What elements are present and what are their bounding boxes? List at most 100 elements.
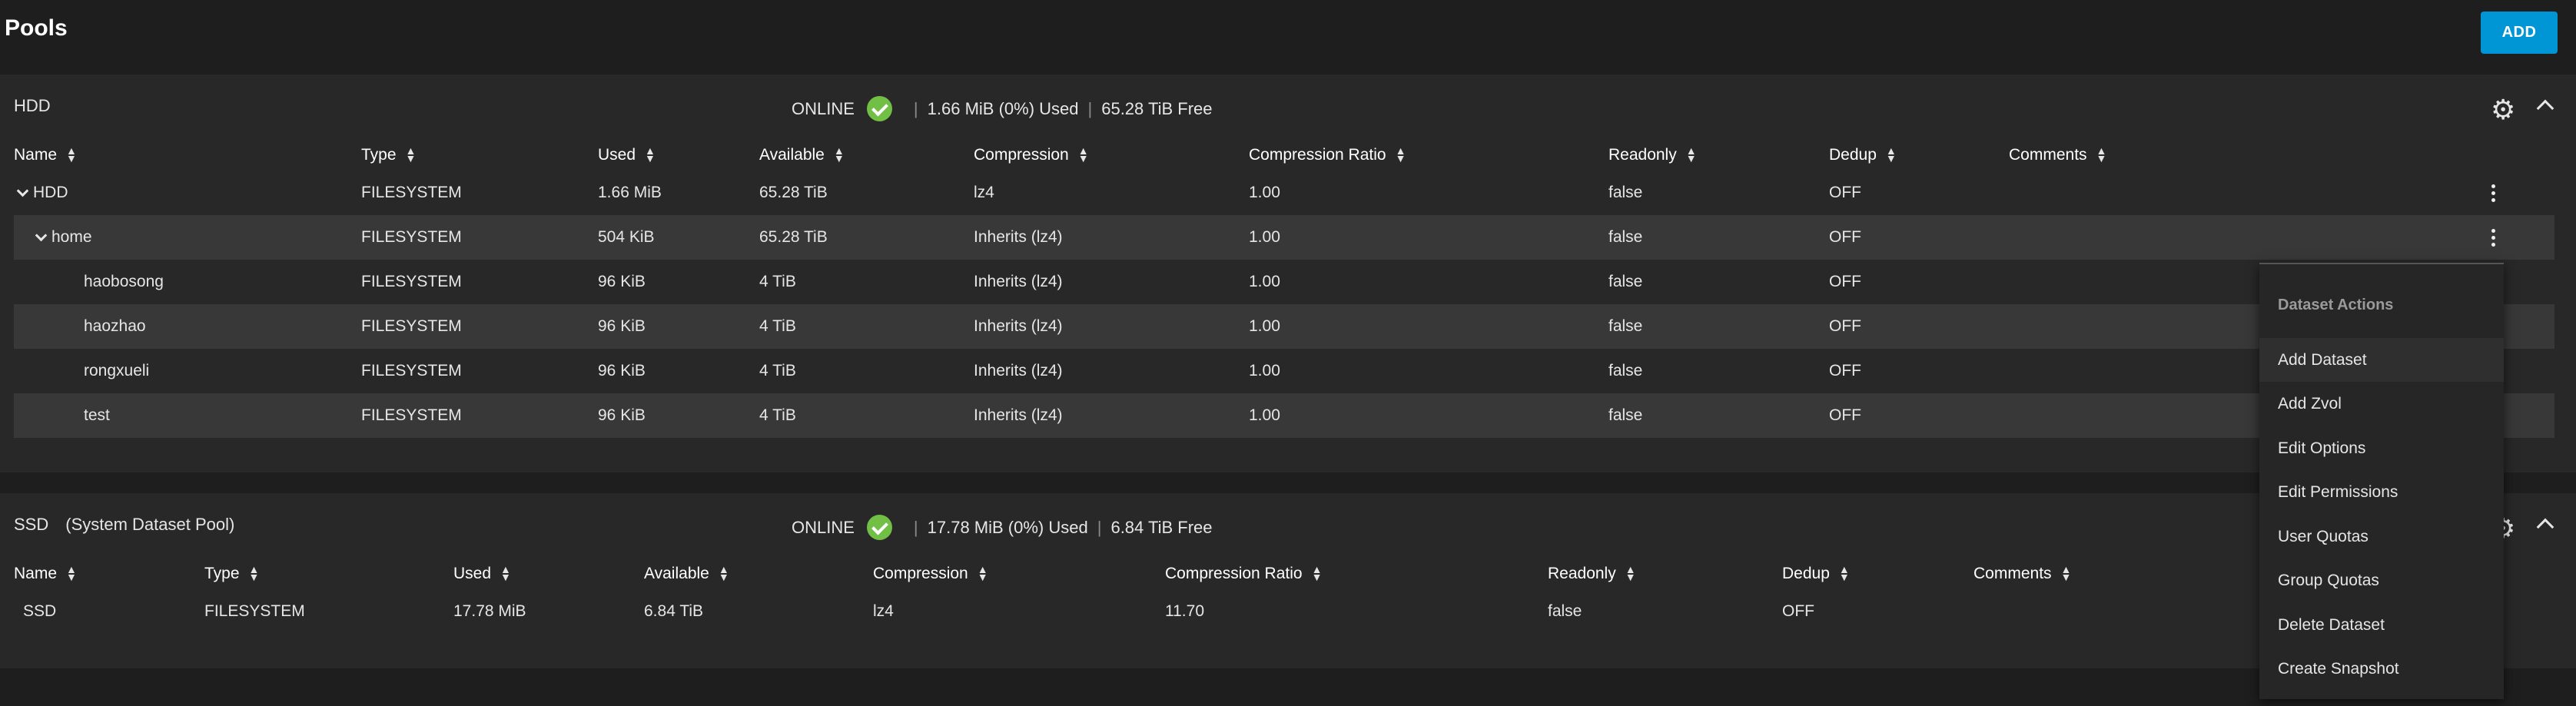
cell-name: HDD — [16, 171, 68, 215]
sort-icon[interactable]: ▲ ▼ — [1686, 145, 1697, 164]
menu-item-add-zvol[interactable]: Add Zvol — [2259, 383, 2504, 426]
column-header-type[interactable]: Type ▲ ▼ — [204, 559, 259, 589]
check-circle-icon — [866, 96, 892, 121]
cell-compression: Inherits (lz4) — [974, 393, 1063, 438]
sort-icon[interactable]: ▲ ▼ — [1396, 145, 1406, 164]
column-header-used[interactable]: Used ▲ ▼ — [598, 140, 656, 171]
sort-icon[interactable]: ▲ ▼ — [978, 564, 988, 582]
column-header-label: Dedup — [1829, 146, 1877, 164]
column-header-ratio[interactable]: Compression Ratio ▲ ▼ — [1249, 140, 1406, 171]
column-header-readonly[interactable]: Readonly ▲ ▼ — [1608, 140, 1697, 171]
cell-available: 4 TiB — [759, 304, 796, 349]
table-row[interactable]: home FILESYSTEM 504 KiB 65.28 TiB Inherits (… — [14, 215, 2554, 260]
sort-icon[interactable]: ▲ ▼ — [1312, 564, 1323, 582]
column-header-label: Compression — [974, 146, 1069, 164]
table-row[interactable]: haozhao FILESYSTEM 96 KiB 4 TiB Inherits (lz… — [14, 304, 2554, 349]
dataset-table: Name ▲ ▼ Type ▲ ▼ Used ▲ ▼ Available ▲ ▼ Compression… — [14, 559, 2554, 634]
pool-card-hdd: HDD ONLINE | 1.66 MiB (0%) Used | 65.28 … — [0, 75, 2576, 472]
sort-icon[interactable]: ▲ ▼ — [1839, 564, 1850, 582]
chevron-up-icon[interactable] — [2536, 518, 2554, 536]
menu-item-user-quotas[interactable]: User Quotas — [2259, 515, 2504, 559]
cell-ratio: 11.70 — [1165, 589, 1204, 634]
cell-text: OFF — [1829, 362, 1861, 380]
cell-readonly: false — [1548, 589, 1582, 634]
pool-name: SSD (System Dataset Pool) — [14, 515, 234, 535]
column-header-name[interactable]: Name ▲ ▼ — [14, 140, 77, 171]
table-row[interactable]: test FILESYSTEM 96 KiB 4 TiB Inherits (lz4) 1… — [14, 393, 2554, 438]
sort-icon[interactable]: ▲ ▼ — [66, 145, 77, 164]
column-header-compression[interactable]: Compression ▲ ▼ — [873, 559, 988, 589]
cell-type: FILESYSTEM — [361, 171, 462, 215]
more-vert-icon[interactable] — [2485, 215, 2501, 260]
column-header-dedup[interactable]: Dedup ▲ ▼ — [1829, 140, 1897, 171]
sort-icon[interactable]: ▲ ▼ — [834, 145, 845, 164]
menu-item-edit-permissions[interactable]: Edit Permissions — [2259, 471, 2504, 515]
sort-icon[interactable]: ▲ ▼ — [1078, 145, 1089, 164]
column-header-compression[interactable]: Compression ▲ ▼ — [974, 140, 1089, 171]
column-header-label: Available — [759, 146, 825, 164]
menu-item-edit-options[interactable]: Edit Options — [2259, 426, 2504, 470]
cell-text: 1.00 — [1249, 273, 1280, 290]
menu-item-add-dataset[interactable]: Add Dataset — [2259, 338, 2504, 382]
column-header-ratio[interactable]: Compression Ratio ▲ ▼ — [1165, 559, 1322, 589]
sort-icon[interactable]: ▲ ▼ — [1625, 564, 1636, 582]
cell-text: lz4 — [974, 184, 994, 201]
sort-icon[interactable]: ▲ ▼ — [66, 564, 77, 582]
column-header-dedup[interactable]: Dedup ▲ ▼ — [1782, 559, 1850, 589]
sort-icon[interactable]: ▲ ▼ — [500, 564, 511, 582]
gear-icon[interactable]: ⚙ — [2491, 96, 2515, 124]
cell-used: 96 KiB — [598, 260, 646, 304]
table-row[interactable]: haobosong FILESYSTEM 96 KiB 4 TiB Inherits (… — [14, 260, 2554, 304]
column-header-available[interactable]: Available ▲ ▼ — [644, 559, 729, 589]
cell-text: 4 TiB — [759, 317, 796, 335]
cell-text: 96 KiB — [598, 406, 646, 424]
chevron-up-icon[interactable] — [2536, 99, 2554, 118]
sort-icon[interactable]: ▲ ▼ — [719, 564, 729, 582]
cell-text: OFF — [1829, 406, 1861, 424]
cell-ratio: 1.00 — [1249, 393, 1280, 438]
column-header-label: Type — [361, 146, 397, 164]
table-row[interactable]: SSD FILESYSTEM 17.78 MiB 6.84 TiB lz4 11.70 fa… — [14, 589, 2554, 634]
table-row[interactable]: HDD FILESYSTEM 1.66 MiB 65.28 TiB lz4 1.00 fal… — [14, 171, 2554, 215]
sort-icon[interactable]: ▲ ▼ — [2061, 564, 2072, 582]
cell-type: FILESYSTEM — [361, 393, 462, 438]
table-header: Name ▲ ▼ Type ▲ ▼ Used ▲ ▼ Available ▲ ▼ Compression… — [14, 559, 2554, 589]
column-header-available[interactable]: Available ▲ ▼ — [759, 140, 845, 171]
cell-type: FILESYSTEM — [361, 215, 462, 260]
menu-item-group-quotas[interactable]: Group Quotas — [2259, 559, 2504, 603]
menu-item-create-snapshot[interactable]: Create Snapshot — [2259, 648, 2504, 691]
cell-text: Inherits (lz4) — [974, 228, 1063, 246]
add-pool-button[interactable]: ADD — [2481, 12, 2558, 54]
cell-text: haozhao — [84, 317, 146, 335]
cell-text: false — [1608, 273, 1643, 290]
more-vert-icon[interactable] — [2485, 171, 2501, 215]
check-circle-icon — [866, 515, 892, 540]
sort-icon[interactable]: ▲ ▼ — [2096, 145, 2107, 164]
cell-text: 4 TiB — [759, 273, 796, 290]
column-header-type[interactable]: Type ▲ ▼ — [361, 140, 416, 171]
chevron-down-icon[interactable] — [16, 184, 29, 197]
dataset-actions-menu: Dataset Actions Add Dataset Add Zvol Edit … — [2259, 263, 2504, 699]
dataset-table: Name ▲ ▼ Type ▲ ▼ Used ▲ ▼ Available ▲ ▼ Compression… — [14, 140, 2554, 438]
cell-readonly: false — [1608, 393, 1642, 438]
cell-used: 1.66 MiB — [598, 171, 662, 215]
sort-icon[interactable]: ▲ ▼ — [1886, 145, 1897, 164]
cell-text: FILESYSTEM — [361, 273, 462, 290]
column-header-comments[interactable]: Comments ▲ ▼ — [2009, 140, 2106, 171]
cell-type: FILESYSTEM — [361, 260, 462, 304]
menu-item-delete-dataset[interactable]: Delete Dataset — [2259, 603, 2504, 647]
table-row[interactable]: rongxueli FILESYSTEM 96 KiB 4 TiB Inherits (… — [14, 349, 2554, 393]
chevron-down-icon[interactable] — [35, 229, 48, 241]
column-header-name[interactable]: Name ▲ ▼ — [14, 559, 77, 589]
sort-icon[interactable]: ▲ ▼ — [249, 564, 260, 582]
separator: | — [1087, 98, 1093, 118]
column-header-comments[interactable]: Comments ▲ ▼ — [1973, 559, 2071, 589]
cell-ratio: 1.00 — [1249, 215, 1280, 260]
sort-icon[interactable]: ▲ ▼ — [406, 145, 417, 164]
cell-name: SSD — [23, 589, 56, 634]
sort-icon[interactable]: ▲ ▼ — [645, 145, 656, 164]
cell-text: OFF — [1829, 273, 1861, 290]
cell-text: rongxueli — [84, 362, 150, 380]
column-header-used[interactable]: Used ▲ ▼ — [453, 559, 511, 589]
column-header-readonly[interactable]: Readonly ▲ ▼ — [1548, 559, 1636, 589]
